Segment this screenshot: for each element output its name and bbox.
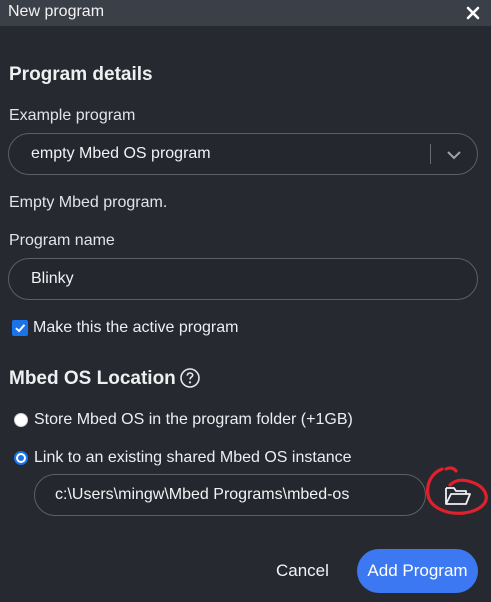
mbed-os-path-input[interactable]: c:\Users\mingw\Mbed Programs\mbed-os [34,474,426,516]
radio-button-unselected[interactable] [14,413,28,427]
program-details-heading: Program details [9,64,153,85]
close-icon[interactable] [464,4,482,22]
radio-button-selected[interactable] [14,451,28,465]
radio-store-in-program[interactable]: Store Mbed OS in the program folder (+1G… [14,411,353,429]
mbed-os-path-value: c:\Users\mingw\Mbed Programs\mbed-os [55,486,350,503]
active-program-checkbox-row[interactable]: Make this the active program [12,319,238,337]
example-program-value: empty Mbed OS program [31,145,211,162]
example-program-select[interactable]: empty Mbed OS program [8,133,478,175]
help-circle-icon[interactable] [179,367,201,389]
radio-link-shared[interactable]: Link to an existing shared Mbed OS insta… [14,449,352,467]
radio-link-label: Link to an existing shared Mbed OS insta… [34,449,352,466]
chevron-down-icon[interactable] [445,147,463,163]
program-name-input[interactable]: Blinky [8,258,478,300]
program-name-value: Blinky [31,270,74,287]
active-program-label: Make this the active program [33,319,239,336]
example-program-description: Empty Mbed program. [9,194,168,211]
add-program-button[interactable]: Add Program [357,549,478,593]
active-program-checkbox[interactable] [12,320,28,336]
select-separator [430,144,431,164]
program-name-label: Program name [9,232,115,249]
example-program-label: Example program [9,107,136,124]
radio-store-label: Store Mbed OS in the program folder (+1G… [34,411,353,428]
dialog-title: New program [8,3,105,20]
dialog-titlebar: New program [0,0,491,26]
cancel-button[interactable]: Cancel [276,561,329,581]
mbed-os-location-heading: Mbed OS Location [9,368,176,389]
folder-open-icon[interactable] [444,484,472,508]
